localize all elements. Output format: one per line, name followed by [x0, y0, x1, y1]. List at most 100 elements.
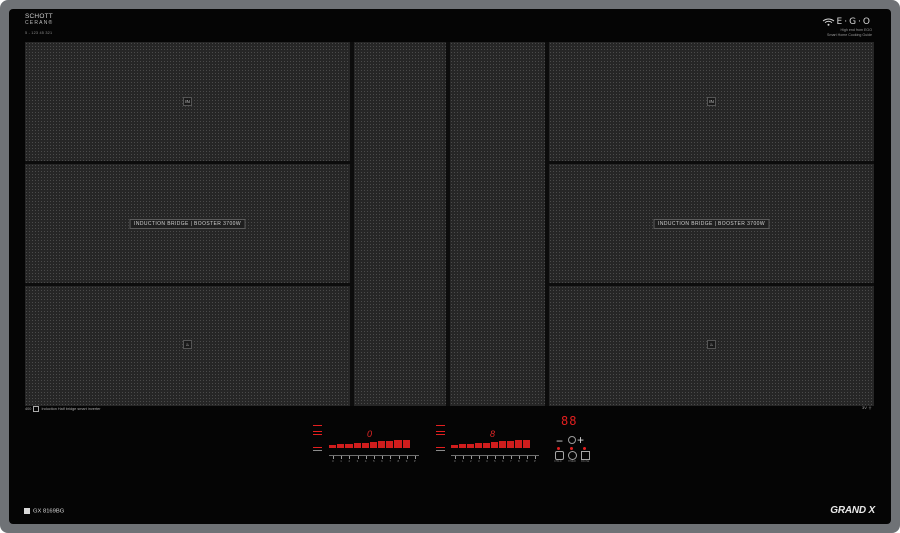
slider-level-label: 9: [526, 459, 528, 463]
bridge-label-left: INDUCTION BRIDGE | BOOSTER 3700W: [129, 218, 246, 229]
zone-right-bottom[interactable]: ♨: [549, 286, 874, 406]
zone-centre-right[interactable]: [450, 42, 545, 406]
power-level-left: 0: [367, 429, 373, 439]
timer-icon[interactable]: [568, 451, 577, 460]
slider-level-label: 5: [373, 459, 375, 463]
brand-name: SCHOTT: [25, 13, 53, 20]
control-left: 0 0 1 2 3 4 5 6 7 8 9 P: [313, 425, 423, 465]
power-icon[interactable]: [436, 425, 445, 432]
pause-caption: PAUSE: [581, 460, 590, 463]
power-step: [467, 443, 474, 448]
power-step: [523, 439, 530, 448]
ego-tag2: Smart Home Cooking Guide: [827, 33, 872, 37]
power-step: [499, 441, 506, 448]
boost-icon[interactable]: [313, 434, 322, 440]
power-step: [515, 440, 522, 448]
power-step: [345, 443, 353, 448]
boost-icon[interactable]: [436, 434, 445, 440]
power-step: [361, 442, 369, 448]
slider-level-label: 3: [478, 459, 480, 463]
slider-level-label: 5: [494, 459, 496, 463]
slider-level-label: 2: [470, 459, 472, 463]
power-step: [386, 440, 394, 448]
model-label: GX 8169BG: [24, 508, 64, 515]
slider-labels-right: 0 1 2 3 4 5 6 7 8 9 P: [451, 459, 539, 463]
wifi-icon: [822, 18, 834, 26]
heat-mark-icon: ♨: [707, 340, 716, 349]
power-step: [378, 441, 386, 448]
inverter-icon: [33, 406, 40, 412]
clock-icon: [568, 436, 576, 444]
zone-centre-left[interactable]: [354, 42, 446, 406]
power-step: [369, 442, 378, 448]
zone-left-top[interactable]: IN: [25, 42, 350, 161]
led-pause: [583, 447, 586, 450]
zone-left-middle[interactable]: INDUCTION BRIDGE | BOOSTER 3700W: [25, 164, 350, 283]
ego-logo-text: E·G·O: [836, 17, 872, 27]
control-right: 8 0 1 2 3 4 5 6 7 8 9 P: [436, 425, 546, 465]
slider-level-label: P: [534, 459, 536, 463]
child-lock-icon[interactable]: [555, 451, 564, 460]
power-step: [507, 440, 514, 448]
slider-level-label: 1: [462, 459, 464, 463]
timer-caption: TIMER: [568, 460, 576, 463]
slider-level-label: 1: [340, 459, 342, 463]
induction-mark-icon: IN: [183, 97, 192, 106]
serial-number: 5 - 123 45 321: [25, 31, 53, 35]
power-step: [451, 445, 458, 448]
timer-plus-button[interactable]: +: [577, 433, 584, 447]
keep-warm-icon[interactable]: [436, 442, 445, 448]
inverter-text: Induction Half bridge smart inverter: [41, 407, 101, 411]
slider-labels-left: 0 1 2 3 4 5 6 7 8 9 P: [329, 459, 419, 463]
slider-baseline: [451, 455, 539, 456]
slider-level-label: 3: [356, 459, 359, 463]
zone-right-top[interactable]: IN: [549, 42, 874, 161]
power-step: [402, 439, 410, 448]
led-child-lock: [557, 447, 560, 450]
brand-block: SCHOTT CERAN® 5 - 123 45 321: [25, 13, 53, 37]
control-left-icons: [313, 425, 324, 458]
model-text: GX 8169BG: [33, 508, 65, 515]
zone-left-bottom[interactable]: ♨: [25, 286, 350, 406]
inverter-prefix: 400: [25, 407, 32, 411]
power-step: [491, 442, 498, 448]
zone-right-middle[interactable]: INDUCTION BRIDGE | BOOSTER 3700W: [549, 164, 874, 283]
child-lock-caption: CHILD: [554, 460, 562, 463]
timer-display: 88: [561, 414, 578, 428]
inverter-info: 400 Induction Half bridge smart inverter: [25, 406, 101, 412]
induction-mark-icon: IN: [707, 97, 716, 106]
slider-baseline: [329, 455, 419, 456]
power-step: [353, 443, 361, 448]
ground-icon: ⏚: [868, 405, 872, 410]
voltage-text: 3V: [861, 405, 867, 410]
led-timer: [570, 447, 573, 450]
bridge-icon[interactable]: [436, 450, 445, 456]
power-step: [329, 445, 337, 448]
power-step: [394, 440, 402, 448]
model-icon: [24, 508, 30, 514]
slider-level-label: 6: [502, 459, 504, 463]
keep-warm-icon[interactable]: [313, 442, 322, 448]
bridge-icon[interactable]: [313, 450, 322, 456]
pause-icon[interactable]: [581, 451, 590, 460]
slider-level-label: 7: [389, 459, 391, 463]
power-slider-left[interactable]: [329, 438, 419, 448]
slider-level-label: 4: [364, 459, 367, 463]
power-icon[interactable]: [313, 425, 322, 432]
timer-minus-button[interactable]: −: [556, 434, 563, 448]
slider-level-label: 6: [381, 459, 383, 463]
brand-sub: CERAN®: [25, 20, 54, 26]
power-slider-right[interactable]: [451, 438, 539, 448]
ego-tag: High end from EGO: [840, 28, 872, 32]
slider-level-label: 4: [486, 459, 488, 463]
slider-level-label: 0: [332, 459, 334, 463]
bridge-label-right: INDUCTION BRIDGE | BOOSTER 3700W: [653, 218, 770, 229]
ego-brand: E·G·O High end from EGO Smart Home Cooki…: [822, 17, 872, 37]
slider-level-label: 0: [454, 459, 456, 463]
slider-level-label: 9: [405, 459, 408, 463]
cooking-surface: IN INDUCTION BRIDGE | BOOSTER 3700W ♨ IN…: [25, 42, 874, 406]
grandx-logo: GRAND X: [830, 505, 875, 516]
heat-mark-icon: ♨: [183, 340, 192, 349]
power-step: [337, 444, 345, 448]
control-right-icons: [436, 425, 447, 458]
